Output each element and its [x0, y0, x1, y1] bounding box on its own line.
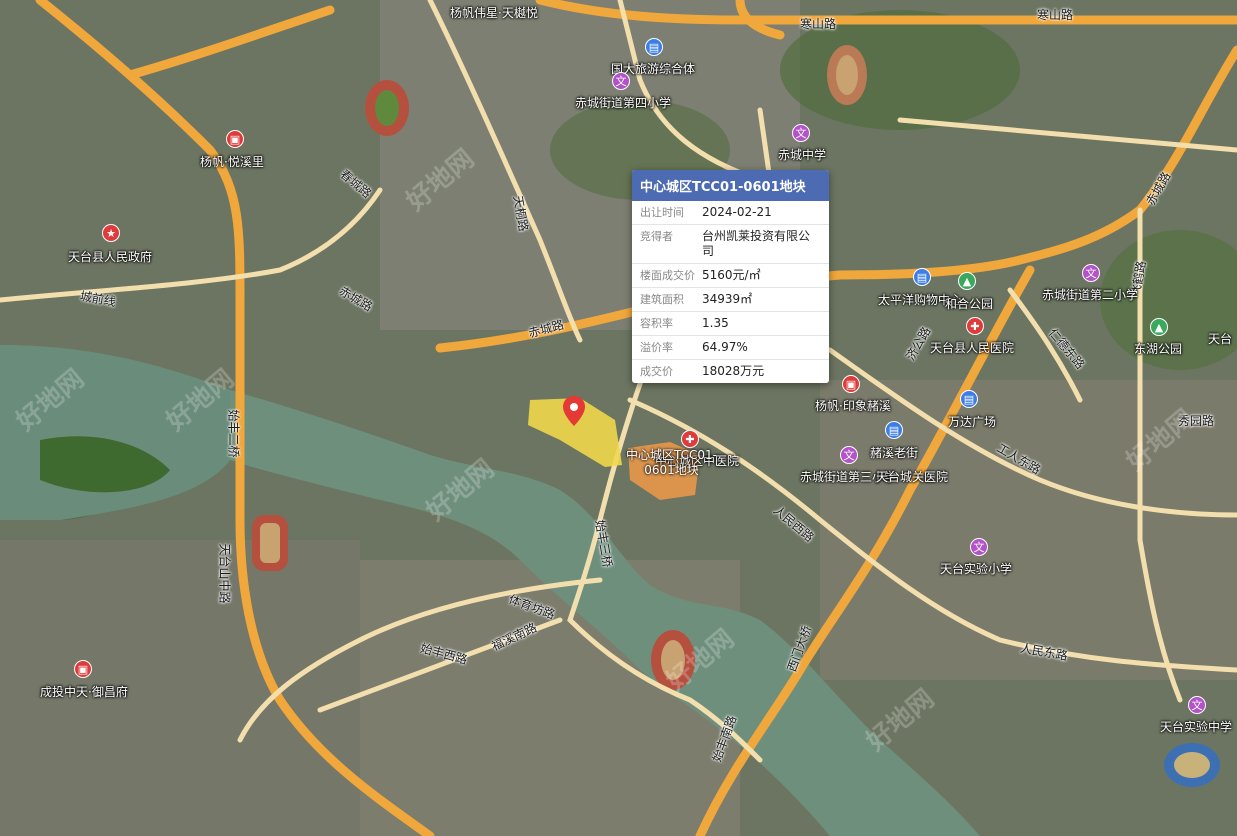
shopping-icon[interactable]: ▤: [885, 421, 903, 439]
parcel-label-line2: 0601地块: [644, 463, 699, 477]
place-label: 天台城关医院: [876, 470, 949, 484]
place-label: 赤城中学: [778, 148, 827, 162]
info-key: 溢价率: [640, 341, 673, 354]
info-row: 出让时间 2024-02-21: [632, 201, 829, 225]
school-icon[interactable]: 文: [1082, 264, 1100, 282]
hospital-icon[interactable]: ✚: [681, 430, 699, 448]
info-key: 建筑面积: [640, 293, 684, 306]
hospital-icon[interactable]: ✚: [966, 317, 984, 335]
place-label: 天台实验中学: [1160, 720, 1233, 734]
shopping-icon[interactable]: ▤: [645, 38, 663, 56]
school-icon[interactable]: 文: [1188, 696, 1206, 714]
parcel-label[interactable]: 中心城区TCC01- 0601地块: [626, 448, 717, 478]
road-label: 始丰二桥: [226, 409, 241, 458]
place-label: 万达广场: [948, 415, 997, 429]
info-key: 容积率: [640, 317, 673, 330]
info-value: 5160元/㎡: [702, 268, 761, 282]
residence-icon[interactable]: ▣: [842, 375, 860, 393]
road-label: 寒山路: [1037, 8, 1074, 22]
school-icon[interactable]: 文: [840, 446, 858, 464]
shopping-icon[interactable]: ▤: [960, 390, 978, 408]
info-value: 34939㎡: [702, 292, 753, 306]
place-label: 天台县人民医院: [930, 341, 1015, 355]
info-key: 竞得者: [640, 230, 673, 243]
place-label: 赤城街道第二小学: [1042, 288, 1139, 302]
place-label: 成投中天·御昌府: [40, 685, 128, 699]
place-label: 赭溪老街: [870, 446, 919, 460]
place-label: 东湖公园: [1134, 342, 1183, 356]
info-row: 建筑面积 34939㎡: [632, 288, 829, 312]
place-label: 天台: [1208, 332, 1233, 346]
parcel-info-popup[interactable]: 中心城区TCC01-0601地块 出让时间 2024-02-21 竞得者 台州凯…: [632, 170, 829, 383]
info-value: 1.35: [702, 316, 729, 330]
place-label: 天台县人民政府: [68, 250, 153, 264]
place-label: 赤城街道第四小学: [575, 96, 672, 110]
place-label: 和合公园: [945, 297, 994, 311]
info-key: 成交价: [640, 365, 673, 378]
school-icon[interactable]: 文: [792, 124, 810, 142]
road-label: 寒山路: [800, 17, 837, 31]
shopping-icon[interactable]: ▤: [913, 268, 931, 286]
park-icon[interactable]: ▲: [958, 272, 976, 290]
park-icon[interactable]: ▲: [1150, 318, 1168, 336]
government-icon[interactable]: ★: [102, 224, 120, 242]
map-satellite-view[interactable]: [0, 0, 1237, 836]
place-label: 杨帆·悦溪里: [200, 155, 264, 169]
info-row: 成交价 18028万元: [632, 360, 829, 383]
road-label: 秀园路: [1178, 414, 1215, 428]
road-label: 天台山中路: [217, 543, 232, 604]
info-row: 竞得者 台州凯莱投资有限公司: [632, 225, 829, 264]
residence-icon[interactable]: ▣: [226, 130, 244, 148]
info-key: 楼面成交价: [640, 269, 695, 282]
residence-icon[interactable]: ▣: [74, 660, 92, 678]
place-label: 天台实验小学: [940, 562, 1013, 576]
place-label: 杨帆伟星·天樾悦: [450, 6, 538, 20]
location-pin-icon[interactable]: [563, 396, 585, 426]
info-value: 18028万元: [702, 364, 765, 378]
info-key: 出让时间: [640, 206, 684, 219]
school-icon[interactable]: 文: [970, 538, 988, 556]
info-row: 溢价率 64.97%: [632, 336, 829, 360]
info-value: 2024-02-21: [702, 205, 772, 219]
school-icon[interactable]: 文: [612, 72, 630, 90]
info-row: 楼面成交价 5160元/㎡: [632, 264, 829, 288]
info-value: 64.97%: [702, 340, 748, 354]
place-label: 杨帆·印象赭溪: [815, 399, 891, 413]
popup-title: 中心城区TCC01-0601地块: [632, 170, 829, 201]
info-row: 容积率 1.35: [632, 312, 829, 336]
parcel-label-line1: 中心城区TCC01-: [626, 448, 717, 462]
info-value: 台州凯莱投资有限公司: [702, 229, 811, 258]
